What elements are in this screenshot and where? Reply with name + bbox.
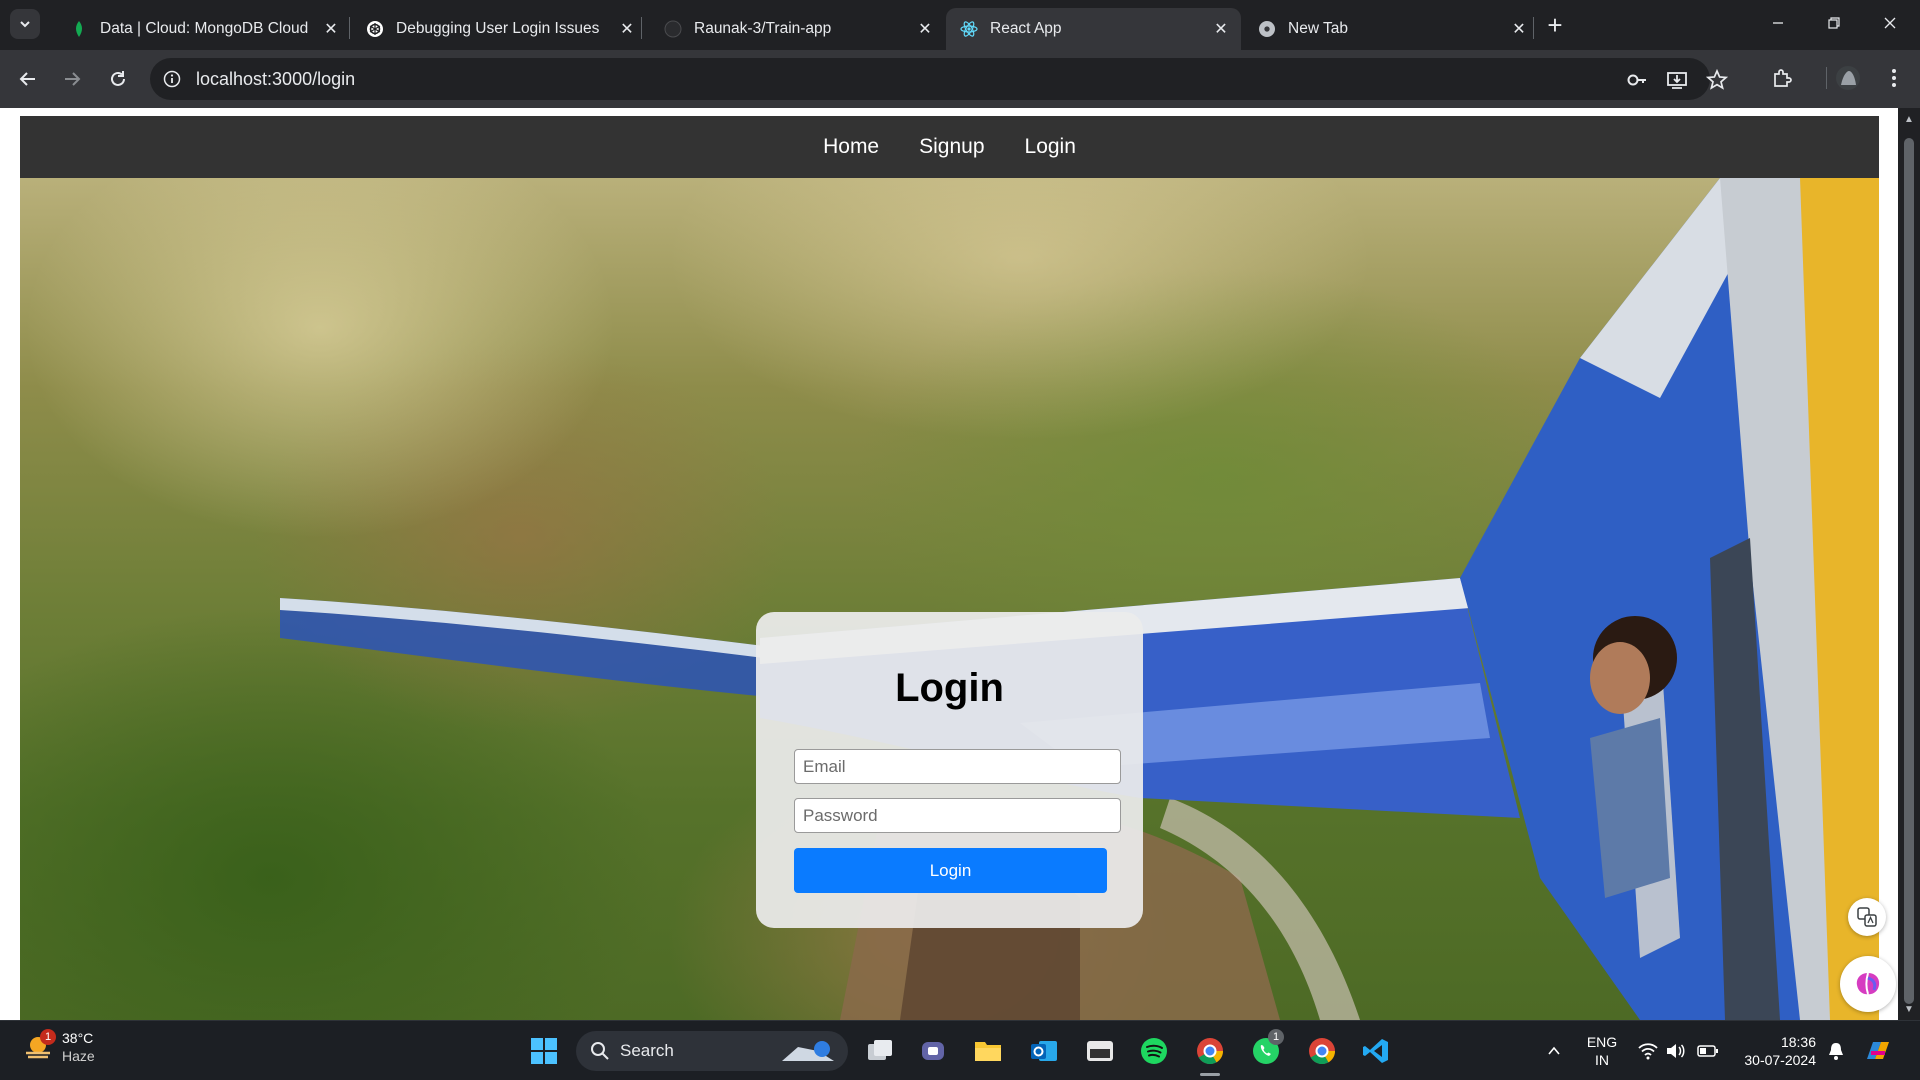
windows-taskbar: 38°C Haze 1 Search 1 ENG IN 18:36 30-07-… (0, 1020, 1920, 1080)
bookmark-star-icon[interactable] (1704, 67, 1730, 93)
tab-divider (349, 17, 350, 39)
teams-icon[interactable] (918, 1035, 950, 1067)
task-view-icon[interactable] (864, 1035, 896, 1067)
close-icon[interactable]: ✕ (1507, 17, 1531, 41)
github-icon (664, 20, 682, 38)
copilot-icon[interactable] (1862, 1035, 1894, 1067)
search-highlight-icon (782, 1041, 834, 1061)
battery-icon[interactable] (1692, 1035, 1724, 1067)
react-app: Home Signup Login Login Email Login (20, 116, 1879, 1020)
chevron-down-icon (20, 21, 30, 28)
scrollbar-thumb[interactable] (1904, 138, 1914, 1004)
minimize-button[interactable] (1750, 0, 1806, 46)
whatsapp-badge: 1 (1268, 1029, 1284, 1045)
browser-toolbar: localhost:3000/login (0, 50, 1920, 108)
tab-github[interactable]: Raunak-3/Train-app ✕ (650, 8, 945, 50)
extensions-puzzle-icon[interactable] (1768, 64, 1796, 92)
browser-menu-button[interactable] (1880, 64, 1908, 92)
url-text[interactable]: localhost:3000/login (196, 69, 355, 90)
clock[interactable]: 18:36 30-07-2024 (1730, 1033, 1816, 1069)
scroll-down-icon[interactable]: ▼ (1902, 1004, 1916, 1018)
search-label: Search (620, 1041, 674, 1060)
forward-button[interactable] (57, 64, 87, 94)
tab-title: New Tab (1288, 20, 1349, 37)
login-submit-button[interactable]: Login (794, 848, 1107, 893)
react-icon (960, 20, 978, 38)
chatgpt-icon (366, 20, 384, 38)
notification-bell-icon[interactable] (1820, 1035, 1852, 1067)
running-indicator (1200, 1073, 1220, 1076)
language-code: ENG (1586, 1034, 1618, 1050)
nav-link-home[interactable]: Home (823, 135, 879, 159)
region-code: IN (1595, 1052, 1609, 1068)
nav-link-login[interactable]: Login (1025, 135, 1076, 159)
more-vert-icon (1892, 69, 1896, 87)
page-viewport: Home Signup Login Login Email Login ▲ ▼ (0, 108, 1920, 1020)
close-icon[interactable]: ✕ (319, 17, 343, 41)
tab-title: Raunak-3/Train-app (694, 20, 832, 37)
browser-tab-strip: Data | Cloud: MongoDB Cloud ✕ Debugging … (0, 0, 1920, 50)
volume-icon[interactable] (1660, 1035, 1692, 1067)
close-window-button[interactable] (1862, 0, 1918, 46)
tab-react-app[interactable]: React App ✕ (946, 8, 1241, 50)
email-input[interactable] (794, 749, 1121, 784)
chrome-profile-icon[interactable] (1306, 1035, 1338, 1067)
outlook-icon[interactable] (1028, 1035, 1060, 1067)
tab-mongodb[interactable]: Data | Cloud: MongoDB Cloud ✕ (56, 8, 351, 50)
login-card: Login Login (756, 612, 1143, 928)
weather-badge: 1 (40, 1029, 56, 1045)
password-key-icon[interactable] (1624, 67, 1650, 93)
spotify-icon[interactable] (1138, 1035, 1170, 1067)
tab-chatgpt[interactable]: Debugging User Login Issues ✕ (352, 8, 647, 50)
scroll-up-icon[interactable]: ▲ (1902, 114, 1916, 128)
translate-icon[interactable] (1848, 898, 1886, 936)
close-icon[interactable]: ✕ (1209, 17, 1233, 41)
restore-icon (1828, 17, 1840, 29)
restore-button[interactable] (1806, 0, 1862, 46)
chrome-icon[interactable] (1194, 1035, 1226, 1067)
windows-start-icon[interactable] (528, 1035, 560, 1067)
mongodb-leaf-icon (70, 20, 88, 38)
language-indicator[interactable]: ENG IN (1582, 1033, 1622, 1069)
chrome-icon (1258, 20, 1276, 38)
search-icon (591, 1042, 609, 1060)
back-button[interactable] (13, 64, 43, 94)
weather-condition: Haze (62, 1048, 95, 1064)
tab-search-button[interactable] (10, 9, 40, 39)
vscode-icon[interactable] (1360, 1035, 1392, 1067)
app-navbar: Home Signup Login (20, 116, 1879, 178)
clock-date: 30-07-2024 (1744, 1052, 1816, 1068)
tab-divider (641, 17, 642, 39)
reload-icon (111, 71, 125, 86)
close-icon[interactable]: ✕ (913, 17, 937, 41)
site-info-icon[interactable] (160, 67, 184, 91)
arrow-right-icon (65, 72, 81, 86)
weather-widget[interactable]: 38°C Haze (22, 1029, 95, 1065)
profile-avatar-icon[interactable] (1834, 64, 1862, 92)
close-icon[interactable]: ✕ (615, 17, 639, 41)
app-icon[interactable] (1084, 1035, 1116, 1067)
tab-title: Debugging User Login Issues (396, 20, 600, 37)
chevron-up-icon[interactable] (1538, 1035, 1570, 1067)
weather-temperature: 38°C (62, 1030, 94, 1046)
taskbar-search[interactable]: Search (576, 1031, 848, 1071)
login-title: Login (895, 666, 1004, 710)
install-app-icon[interactable] (1664, 67, 1690, 93)
tab-title: Data | Cloud: MongoDB Cloud (100, 20, 309, 37)
arrow-left-icon (19, 72, 35, 86)
tab-divider (1533, 17, 1534, 39)
background-photo-train: Login Login (20, 178, 1879, 1020)
clock-time: 18:36 (1780, 1034, 1816, 1050)
tab-title: React App (990, 20, 1062, 37)
nav-link-signup[interactable]: Signup (919, 135, 984, 159)
close-icon (1884, 17, 1896, 29)
file-explorer-icon[interactable] (972, 1035, 1004, 1067)
new-tab-button[interactable]: + (1541, 12, 1569, 40)
tab-new-tab[interactable]: New Tab ✕ (1244, 8, 1539, 50)
ai-assistant-icon[interactable] (1840, 956, 1896, 1012)
reload-button[interactable] (103, 64, 133, 94)
minimize-icon (1773, 22, 1783, 24)
password-input[interactable] (794, 798, 1121, 833)
address-bar[interactable]: localhost:3000/login (150, 58, 1728, 100)
